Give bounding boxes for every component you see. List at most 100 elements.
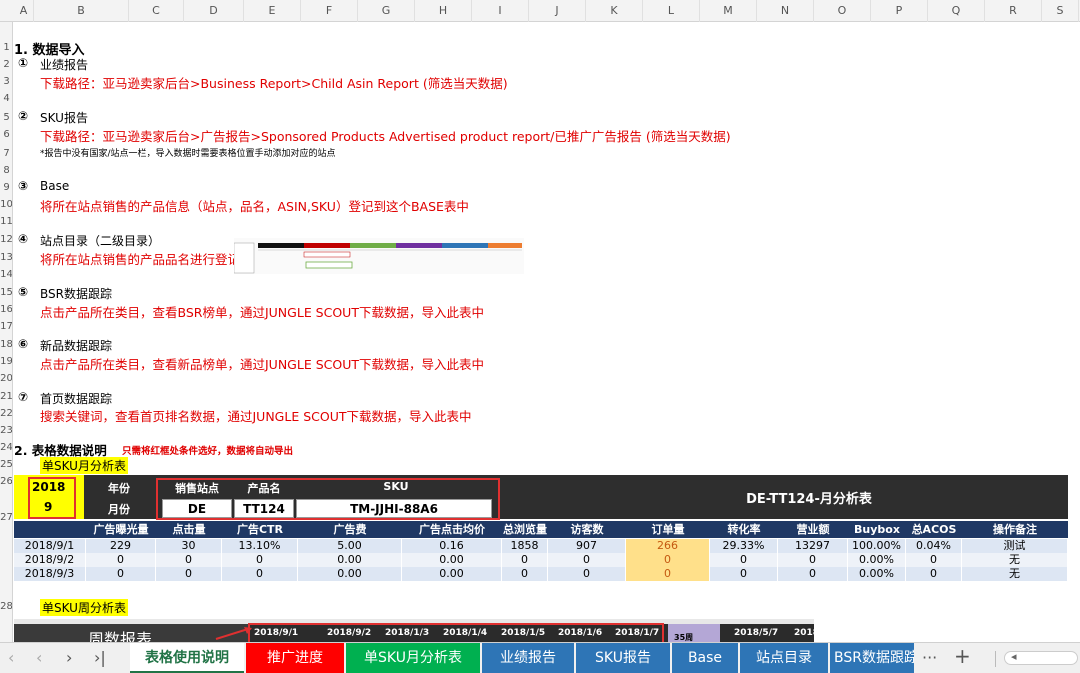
row-header-cell[interactable]: 21: [0, 391, 12, 402]
tab-site-directory[interactable]: 站点目录: [740, 643, 828, 673]
cell: 0.00: [298, 553, 402, 567]
cell: 0.00: [298, 567, 402, 581]
column-header-cell[interactable]: L: [643, 0, 700, 22]
column-header-cell[interactable]: I: [472, 0, 529, 22]
row-header-cell[interactable]: 11: [0, 216, 12, 227]
column-header-cell[interactable]: O: [814, 0, 871, 22]
month-label: 月份: [108, 503, 130, 516]
column-header-bar: ABCDEFGHIJKLMNOPQRS: [0, 0, 1080, 22]
row-header-cell[interactable]: 10: [0, 199, 12, 210]
column-header: 访客数: [570, 523, 604, 536]
tab-last-icon[interactable]: ›|: [94, 648, 106, 667]
tab-next-icon[interactable]: ›: [66, 648, 72, 667]
table-row[interactable]: 2018/9/2 0 0 0 0.00 0.00 0 0 0 0 0 0.00%…: [14, 553, 1068, 567]
table-row[interactable]: 2018/9/3 0 0 0 0.00 0.00 0 0 0 0 0 0.00%…: [14, 567, 1068, 581]
row-header-cell[interactable]: 18: [0, 339, 12, 350]
column-header-cell[interactable]: M: [700, 0, 757, 22]
column-header-cell[interactable]: R: [985, 0, 1042, 22]
cell: 0.00: [402, 567, 502, 581]
row-header-cell[interactable]: 17: [0, 321, 12, 332]
cell: 0: [502, 567, 548, 581]
row-header-cell[interactable]: 27: [0, 512, 12, 523]
cell: 0.00%: [848, 553, 906, 567]
column-header-cell[interactable]: C: [129, 0, 184, 22]
cell: 0: [502, 553, 548, 567]
more-tabs-icon[interactable]: ···: [922, 648, 937, 667]
row-header-cell[interactable]: 8: [0, 165, 12, 176]
row-date: 2018/9/1: [14, 539, 86, 553]
worksheet[interactable]: 1. 数据导入 ① 业绩报告 下载路径：亚马逊卖家后台>Business Rep…: [14, 22, 1080, 642]
tab-sku-report[interactable]: SKU报告: [576, 643, 670, 673]
cell: 0: [548, 553, 626, 567]
row-header-cell[interactable]: 6: [0, 129, 12, 140]
column-header-cell[interactable]: E: [244, 0, 301, 22]
item-name: Base: [40, 179, 70, 193]
tab-base[interactable]: Base: [672, 643, 738, 673]
column-header-cell[interactable]: N: [757, 0, 814, 22]
row-header-cell[interactable]: 20: [0, 373, 12, 384]
row-header-cell[interactable]: 28: [0, 601, 12, 612]
item-num: ④: [18, 232, 29, 246]
add-sheet-icon[interactable]: +: [954, 644, 971, 668]
cell: 0.04%: [906, 539, 962, 553]
item-name: 首页数据跟踪: [40, 392, 113, 406]
column-header-cell[interactable]: P: [871, 0, 928, 22]
item-note: *报告中没有国家/站点一栏，导入数据时需要表格位置手动添加对应的站点: [40, 149, 336, 159]
row-header-cell[interactable]: 12: [0, 234, 12, 245]
column-header-cell[interactable]: S: [1042, 0, 1079, 22]
weekly-table-preview: 周数报表 2018/9/1 2018/9/2 2018/1/3 2018/1/4…: [14, 619, 819, 642]
tab-prev-icon[interactable]: ‹: [8, 648, 14, 667]
cell: 0: [778, 553, 848, 567]
row-header-cell[interactable]: 19: [0, 356, 12, 367]
column-header: 营业额: [796, 523, 830, 536]
row-header-cell[interactable]: 3: [0, 76, 12, 87]
row-header-cell[interactable]: 22: [0, 408, 12, 419]
tab-prev-icon[interactable]: ‹: [36, 648, 42, 667]
row-header-cell[interactable]: 26: [0, 476, 12, 487]
row-header-cell[interactable]: 24: [0, 442, 12, 453]
column-header-cell[interactable]: G: [358, 0, 415, 22]
cell: 0: [906, 567, 962, 581]
item-num: ⑤: [18, 285, 29, 299]
row-header-cell[interactable]: 5: [0, 112, 12, 123]
tab-sku-monthly[interactable]: 单SKU月分析表: [346, 643, 480, 673]
item-num: ⑥: [18, 337, 29, 351]
row-header-cell[interactable]: 7: [0, 148, 12, 159]
row-header-cell[interactable]: 9: [0, 182, 12, 193]
item-num: ②: [18, 109, 29, 123]
column-header-cell[interactable]: K: [586, 0, 643, 22]
tab-usage-guide[interactable]: 表格使用说明: [130, 643, 244, 673]
column-header-cell[interactable]: J: [529, 0, 586, 22]
tab-promotion-progress[interactable]: 推广进度: [246, 643, 344, 673]
section2-hint: 只需将红框处条件选好，数据将自动导出: [122, 446, 294, 457]
tab-performance-report[interactable]: 业绩报告: [482, 643, 574, 673]
column-header-cell[interactable]: D: [184, 0, 244, 22]
item-desc: 将所在站点销售的产品品名进行登记: [40, 252, 241, 267]
cell: 29.33%: [710, 539, 778, 553]
row-header-cell[interactable]: 1: [0, 42, 12, 53]
scroll-left-icon[interactable]: ◂: [1011, 650, 1017, 663]
column-header-cell[interactable]: Q: [928, 0, 985, 22]
column-header-cell[interactable]: A: [14, 0, 34, 22]
item-desc: 将所在站点销售的产品信息（站点，品名，ASIN,SKU）登记到这个BASE表中: [40, 199, 469, 214]
row-header-cell[interactable]: 14: [0, 269, 12, 280]
cell-orders: 0: [626, 567, 710, 581]
column-header-cell[interactable]: H: [415, 0, 472, 22]
row-header-cell[interactable]: 2: [0, 59, 12, 70]
cell: 907: [548, 539, 626, 553]
cell: 0: [156, 567, 222, 581]
row-header-cell[interactable]: 23: [0, 425, 12, 436]
row-header-cell[interactable]: 16: [0, 304, 12, 315]
row-header-cell[interactable]: 4: [0, 93, 12, 104]
tab-bsr-tracking[interactable]: BSR数据跟踪: [830, 643, 914, 673]
column-header-cell[interactable]: F: [301, 0, 358, 22]
cell: 100.00%: [848, 539, 906, 553]
column-header-cell[interactable]: B: [34, 0, 129, 22]
table-row[interactable]: 2018/9/1 229 30 13.10% 5.00 0.16 1858 90…: [14, 539, 1068, 553]
row-header-cell[interactable]: 15: [0, 287, 12, 298]
horizontal-scrollbar[interactable]: ◂: [1004, 650, 1078, 665]
row-header-cell[interactable]: 13: [0, 252, 12, 263]
table1-label: 单SKU月分析表: [40, 457, 128, 474]
row-header-cell[interactable]: 25: [0, 459, 12, 470]
column-header: 广告费: [333, 523, 367, 536]
